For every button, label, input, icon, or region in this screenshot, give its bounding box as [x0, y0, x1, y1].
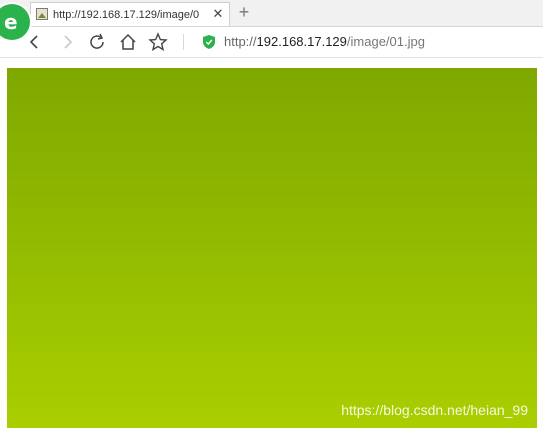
shield-icon[interactable] — [202, 34, 216, 50]
address-bar[interactable]: http://192.168.17.129/image/01.jpg — [224, 34, 425, 50]
page-viewport: https://blog.csdn.net/heian_99 — [0, 58, 543, 431]
url-scheme: http:// — [224, 34, 257, 49]
navigation-toolbar: http://192.168.17.129/image/01.jpg — [0, 27, 543, 58]
url-host: 192.168.17.129 — [256, 34, 347, 49]
home-button[interactable] — [117, 31, 139, 53]
forward-button[interactable] — [56, 31, 78, 53]
reload-button[interactable] — [86, 31, 108, 53]
new-tab-button[interactable]: + — [235, 3, 253, 21]
browser-tab[interactable]: http://192.168.17.129/image/0 ✕ — [30, 2, 230, 26]
bookmark-button[interactable] — [147, 31, 169, 53]
back-chevron-icon — [29, 35, 38, 49]
tab-bar: http://192.168.17.129/image/0 ✕ + — [0, 0, 543, 27]
star-icon — [148, 32, 168, 51]
forward-chevron-icon — [64, 35, 73, 49]
close-icon[interactable]: ✕ — [211, 7, 225, 21]
url-path: /image/01.jpg — [346, 34, 425, 49]
image-favicon-icon — [36, 8, 48, 20]
displayed-image: https://blog.csdn.net/heian_99 — [7, 68, 537, 428]
browser-logo-glyph: e — [4, 10, 18, 34]
toolbar-separator — [183, 34, 184, 50]
back-button[interactable] — [24, 31, 46, 53]
tab-title: http://192.168.17.129/image/0 — [53, 9, 200, 21]
watermark-text: https://blog.csdn.net/heian_99 — [341, 402, 528, 418]
home-icon — [120, 33, 136, 50]
plus-icon: + — [238, 2, 250, 22]
reload-icon — [90, 33, 104, 49]
